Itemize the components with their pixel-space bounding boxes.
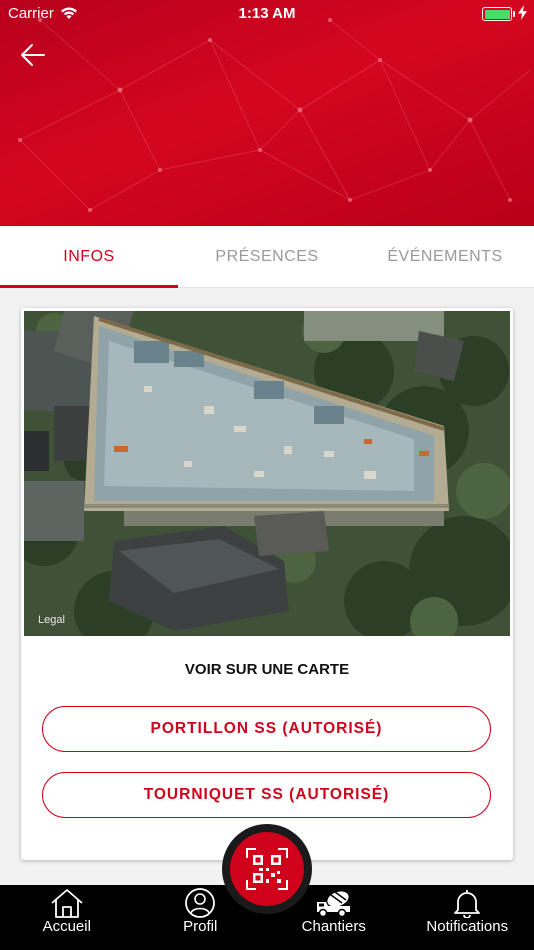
- screen: Carrier 1:13 AM INFOS PRÉSENCES ÉVÉNEMEN…: [0, 0, 534, 950]
- qr-scan-button-inner: [230, 832, 304, 906]
- qr-code-scan-icon: [246, 848, 288, 890]
- nav-label-chantiers: Chantiers: [301, 918, 366, 935]
- network-pattern-background: [18, 18, 531, 212]
- status-bar: Carrier 1:13 AM: [0, 0, 534, 30]
- header-banner: Carrier 1:13 AM: [0, 0, 534, 226]
- map-legal-link[interactable]: Legal: [38, 614, 65, 626]
- nav-item-notifications[interactable]: Notifications: [401, 885, 534, 950]
- nav-item-accueil[interactable]: Accueil: [0, 885, 134, 950]
- concrete-mixer-truck-icon: [316, 891, 350, 918]
- charging-bolt-icon: [518, 5, 527, 20]
- profile-icon: [185, 888, 216, 918]
- tab-presences[interactable]: PRÉSENCES: [178, 226, 356, 287]
- access-point-portillon-button[interactable]: PORTILLON SS (AUTORISÉ): [42, 706, 491, 752]
- satellite-map-image: [24, 311, 510, 636]
- nav-label-profil: Profil: [183, 918, 218, 935]
- access-point-tourniquet-button[interactable]: TOURNIQUET SS (AUTORISÉ): [42, 772, 491, 818]
- battery-icon: [482, 7, 515, 21]
- tab-infos[interactable]: INFOS: [0, 226, 178, 288]
- tab-bar: INFOS PRÉSENCES ÉVÉNEMENTS: [0, 226, 534, 288]
- home-icon: [51, 889, 83, 918]
- site-info-card: Legal VOIR SUR UNE CARTE PORTILLON SS (A…: [21, 308, 513, 860]
- qr-scan-button[interactable]: [222, 824, 312, 914]
- nav-label-accueil: Accueil: [42, 918, 91, 935]
- bell-icon: [454, 890, 481, 918]
- nav-label-notifications: Notifications: [426, 918, 509, 935]
- view-on-map-link[interactable]: VOIR SUR UNE CARTE: [21, 661, 513, 678]
- arrow-left-icon[interactable]: [18, 40, 48, 70]
- status-time: 1:13 AM: [238, 5, 296, 22]
- tab-evenements[interactable]: ÉVÉNEMENTS: [356, 226, 534, 287]
- satellite-map[interactable]: Legal: [24, 311, 510, 636]
